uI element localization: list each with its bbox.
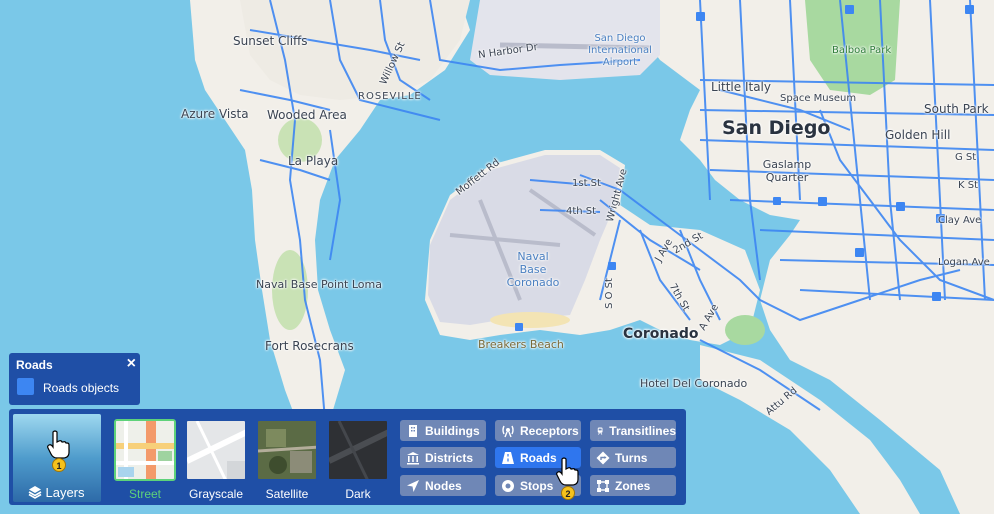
- map-label-hotel-del-coronado: Hotel Del Coronado: [640, 377, 748, 390]
- map-label-space-museum: Space Museum: [780, 93, 857, 104]
- map-label-clay-ave: Clay Ave: [938, 215, 982, 226]
- map-label-roseville: ROSEVILLE: [358, 91, 422, 102]
- legend-color-swatch: [17, 378, 34, 395]
- map-label-azure-vista: Azure Vista: [181, 107, 249, 121]
- layer-roads-label: Roads: [520, 450, 557, 465]
- map-label-sunset-cliffs: Sunset Cliffs: [233, 34, 308, 48]
- map-label-balboa-park: Balboa Park: [832, 45, 892, 56]
- layer-districts-label: Districts: [425, 450, 474, 465]
- map-label-gaslamp: Gaslamp Quarter: [762, 158, 812, 184]
- layer-zones-label: Zones: [615, 478, 651, 493]
- building-icon: [409, 424, 417, 437]
- receptor-icon: [502, 425, 514, 437]
- layer-turns-label: Turns: [615, 450, 648, 465]
- basemap-satellite[interactable]: Satellite: [256, 419, 318, 501]
- grayscale-thumbnail: [185, 419, 247, 481]
- map-label-1st-st: 1st St: [572, 178, 601, 189]
- street-thumbnail: [114, 419, 176, 481]
- layers-panel: Layers Street Grayscale Satellite Dark B…: [9, 409, 686, 505]
- roads-legend-panel: Roads × Roads objects: [9, 353, 140, 405]
- legend-item-label: Roads objects: [43, 381, 120, 395]
- layer-turns-button[interactable]: Turns: [590, 447, 676, 468]
- layer-districts-button[interactable]: Districts: [400, 447, 486, 468]
- layer-transitlines-button[interactable]: Transitlines: [590, 420, 676, 441]
- basemap-grayscale[interactable]: Grayscale: [185, 419, 247, 501]
- map-label-san-diego: San Diego: [722, 117, 831, 139]
- map-label-golden-hill: Golden Hill: [885, 128, 951, 142]
- layer-zones-button[interactable]: Zones: [590, 475, 676, 496]
- map-label-naval-base-coronado: Naval Base Coronado: [506, 250, 560, 289]
- map-label-little-italy: Little Italy: [711, 80, 771, 94]
- map-label-s-o-st: S O St: [603, 278, 615, 309]
- map-label-g-st: G St: [955, 152, 977, 163]
- layer-buildings-button[interactable]: Buildings: [400, 420, 486, 441]
- map-label-coronado: Coronado: [623, 326, 699, 342]
- basemap-street[interactable]: Street: [114, 419, 176, 501]
- layer-roads-button[interactable]: Roads: [495, 447, 581, 468]
- map-label-airport: San Diego International Airport: [588, 33, 652, 68]
- legend-title: Roads: [16, 358, 53, 372]
- map-label-naval-base-point-loma: Naval Base Point Loma: [256, 278, 382, 291]
- road-icon: [502, 451, 514, 464]
- layer-receptors-button[interactable]: Receptors: [495, 420, 581, 441]
- stop-circle-icon: [502, 479, 514, 492]
- step-badge-1: 1: [52, 458, 66, 472]
- map-label-south-park: South Park: [924, 102, 989, 116]
- close-icon[interactable]: ×: [127, 355, 136, 373]
- layer-nodes-label: Nodes: [425, 478, 462, 493]
- basemap-label-street: Street: [128, 487, 161, 501]
- layer-nodes-button[interactable]: Nodes: [400, 475, 486, 496]
- satellite-thumbnail: [256, 419, 318, 481]
- train-icon: [597, 426, 603, 435]
- map-label-la-playa: La Playa: [288, 154, 339, 168]
- map-label-4th-st: 4th St: [566, 206, 597, 217]
- turn-sign-icon: [596, 451, 610, 464]
- layer-stops-label: Stops: [520, 478, 554, 493]
- basemap-dark[interactable]: Dark: [327, 419, 389, 501]
- map-label-wooded-area: Wooded Area: [267, 108, 347, 122]
- layer-buildings-label: Buildings: [425, 423, 480, 438]
- map-label-fort-rosecrans: Fort Rosecrans: [265, 339, 354, 353]
- step-badge-2: 2: [561, 486, 575, 500]
- location-arrow-icon: [407, 479, 419, 492]
- layer-transitlines-label: Transitlines: [609, 423, 676, 438]
- dark-thumbnail: [327, 419, 389, 481]
- vector-square-icon: [597, 479, 609, 492]
- basemap-label-satellite: Satellite: [265, 487, 309, 501]
- layers-label: Layers: [45, 485, 85, 500]
- landmark-icon: [407, 451, 419, 464]
- map-label-logan-ave: Logan Ave: [938, 257, 990, 268]
- map-label-k-st: K St: [958, 180, 979, 191]
- map-label-breakers-beach: Breakers Beach: [478, 338, 564, 351]
- basemap-label-grayscale: Grayscale: [188, 487, 244, 501]
- layer-receptors-label: Receptors: [520, 423, 579, 438]
- basemap-label-dark: Dark: [345, 487, 371, 501]
